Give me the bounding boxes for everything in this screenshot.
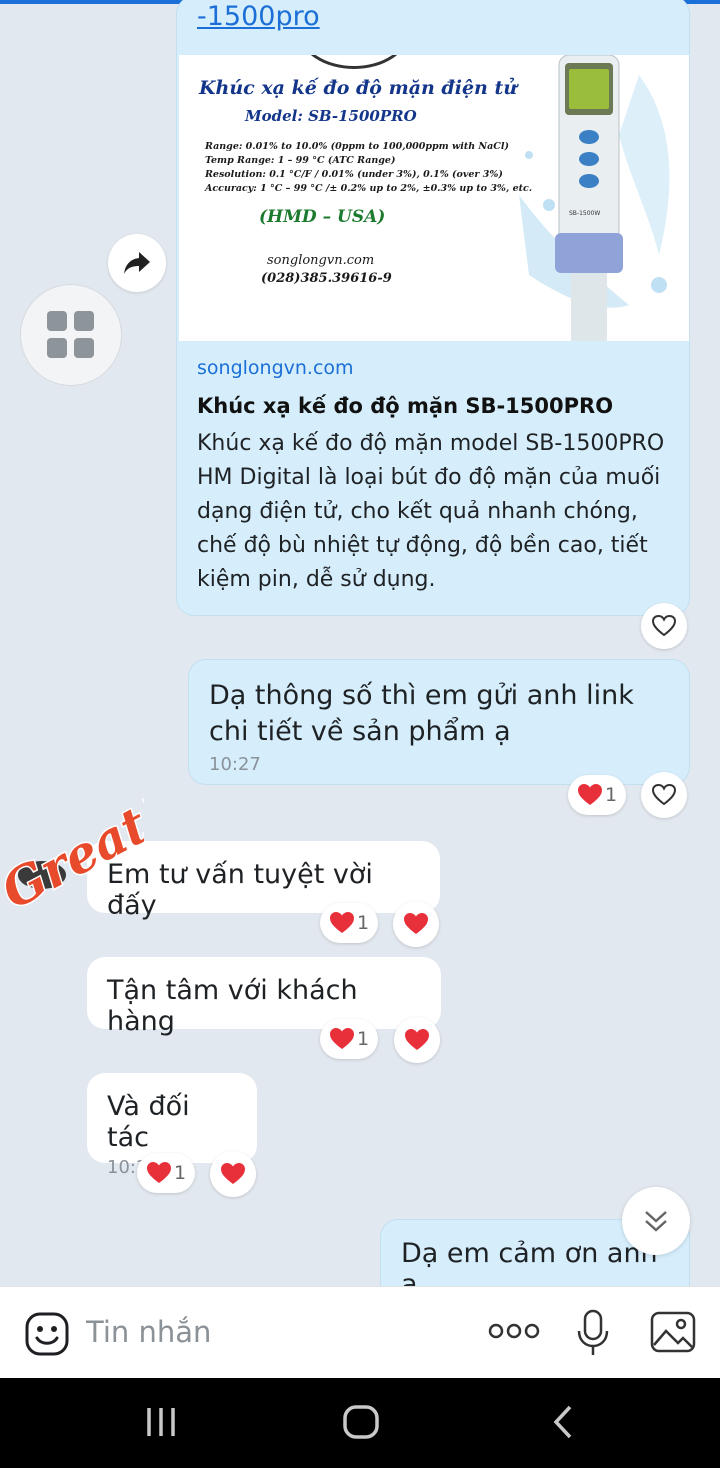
heart-outline-icon [652,615,676,637]
chevron-double-down-icon [645,1211,667,1232]
image-site: songlongvn.com [267,253,375,268]
react-button[interactable] [641,603,687,649]
device-label: SB-1500W [569,210,600,217]
emoji-icon[interactable] [24,1311,70,1357]
reaction-count[interactable]: 1 [320,1019,378,1059]
react-button[interactable] [210,1151,256,1197]
image-title: Khúc xạ kế đo độ mặn điện tử [199,77,518,99]
image-phone: (028)385.39616-9 [261,271,392,286]
image-model: Model: SB-1500PRO [245,107,417,125]
reaction-count-value: 1 [356,912,370,934]
react-button[interactable] [394,1017,440,1063]
message-composer [0,1286,720,1378]
scroll-to-bottom-button[interactable] [622,1187,690,1255]
nav-recents-icon[interactable] [144,1404,178,1440]
message-text: Tận tâm với khách hàng [107,975,358,1037]
reaction-count[interactable]: 1 [320,903,378,943]
image-spec-range: Range: 0.01% to 10.0% (0ppm to 100,000pp… [205,141,509,152]
message-bubble-incoming[interactable]: Và đối tác 10:28 [87,1073,257,1178]
message-text: Và đối tác [107,1091,190,1153]
more-dots-icon[interactable] [488,1321,540,1341]
reaction-count[interactable]: 1 [137,1153,195,1193]
heart-icon [404,913,428,934]
reaction-count-value: 1 [604,784,618,806]
reaction-count[interactable]: 1 [568,775,626,815]
link-title[interactable]: Khúc xạ kế đo độ mặn SB-1500PRO [197,394,677,418]
image-icon[interactable] [650,1311,696,1353]
sticker-text: Great! [0,785,144,921]
heart-icon [221,1163,245,1184]
great-sticker: Great! [0,783,144,922]
image-spec-temp: Temp Range: 1 – 99 °C (ATC Range) [205,155,396,166]
nav-home-icon[interactable] [342,1404,380,1440]
nav-back-icon[interactable] [548,1404,578,1440]
reaction-count-value: 1 [356,1028,370,1050]
share-icon [124,252,150,274]
image-spec-accuracy: Accuracy: 1 °C – 99 °C /± 0.2% up to 2%,… [205,183,533,194]
grid-icon [47,311,94,358]
system-navigation-bar [0,1378,720,1468]
react-button[interactable] [393,901,439,947]
link-url[interactable]: -1500pro [197,1,320,32]
message-input[interactable] [86,1315,456,1349]
react-button[interactable] [641,772,687,818]
message-time: 10:27 [209,754,261,775]
heart-icon [405,1029,429,1050]
heart-icon [329,1028,354,1049]
link-preview-card[interactable]: -1500pro Khúc xạ kế đo độ mặn điện tử Mo… [176,0,690,616]
image-decoration [299,55,409,69]
link-description: Khúc xạ kế đo độ mặn model SB-1500PRO HM… [197,431,665,592]
reaction-count-value: 1 [173,1162,187,1184]
preview-image[interactable]: Khúc xạ kế đo độ mặn điện tử Model: SB-1… [179,55,689,341]
image-spec-resolution: Resolution: 0.1 °C/F / 0.01% (under 3%),… [205,169,503,180]
message-text: Dạ thông số thì em gửi anh link chi tiết… [209,680,634,747]
image-brand: (HMD – USA) [259,207,386,227]
mic-icon[interactable] [576,1309,610,1357]
message-bubble-outgoing[interactable]: Dạ thông số thì em gửi anh link chi tiết… [188,659,690,785]
message-bubble-incoming[interactable]: Tận tâm với khách hàng [87,957,441,1037]
heart-outline-icon [652,784,676,806]
link-domain[interactable]: songlongvn.com [197,357,354,379]
heart-icon [146,1162,171,1183]
share-button[interactable] [108,234,166,292]
heart-icon [577,784,602,805]
heart-icon [329,912,354,933]
grid-menu-button[interactable] [20,284,122,386]
refractometer-device-illustration: SB-1500W [519,55,670,341]
